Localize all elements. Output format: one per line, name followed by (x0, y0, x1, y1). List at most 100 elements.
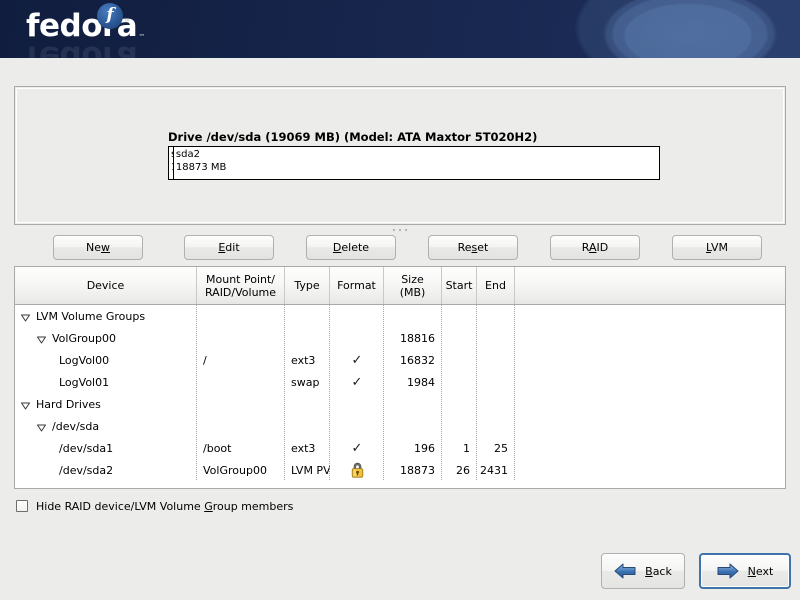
cell-device: /dev/sda1 (15, 437, 197, 459)
column-header-size[interactable]: Size (MB) (384, 267, 442, 304)
column-header-start[interactable]: Start (442, 267, 477, 304)
cell-start (442, 305, 477, 327)
lvm-button[interactable]: LVM (672, 235, 762, 260)
format-check-icon: ✓ (351, 440, 363, 456)
cell-size: 18873 (384, 459, 442, 481)
cell-mount-point (197, 393, 285, 415)
cell-device-label: LogVol01 (59, 375, 110, 389)
raid-button[interactable]: RAID (550, 235, 640, 260)
column-header-type[interactable]: Type (285, 267, 330, 304)
back-button-label: Back (645, 564, 672, 578)
cell-type (285, 305, 330, 327)
cell-end (477, 349, 515, 371)
splitter-grip-icon (393, 229, 407, 231)
table-row[interactable]: VolGroup00 18816 (15, 327, 785, 349)
cell-size: 16832 (384, 349, 442, 371)
table-header-row: Device Mount Point/RAID/Volume Type Form… (15, 267, 785, 305)
hide-raid-lvm-members-row[interactable]: Hide RAID device/LVM Volume Group member… (16, 498, 293, 514)
drive-graphic-panel: Drive /dev/sda (19069 MB) (Model: ATA Ma… (14, 86, 786, 225)
table-row[interactable]: LogVol01 swap ✓ 1984 (15, 371, 785, 393)
cell-device: LogVol01 (15, 371, 197, 393)
cell-mount-point (197, 327, 285, 349)
column-header-end[interactable]: End (477, 267, 515, 304)
cell-mount-point: /boot (197, 437, 285, 459)
cell-filler (515, 371, 785, 393)
partition-block-sda2[interactable]: sda2 18873 MB (173, 147, 659, 179)
hide-raid-lvm-members-checkbox[interactable] (16, 500, 28, 512)
cell-start (442, 327, 477, 349)
delete-button[interactable]: Delete (306, 235, 396, 260)
cell-end: 2431 (477, 459, 515, 481)
cell-format (330, 393, 384, 415)
cell-device-label: /dev/sda1 (59, 441, 114, 455)
cell-mount-point (197, 305, 285, 327)
edit-button[interactable]: Edit (184, 235, 274, 260)
cell-filler (515, 415, 785, 437)
cell-type: swap (285, 371, 330, 393)
cell-device-label: Hard Drives (36, 397, 101, 411)
cell-format: ✓ (330, 437, 384, 459)
column-header-format[interactable]: Format (330, 267, 384, 304)
cell-type (285, 415, 330, 437)
table-row[interactable]: /dev/sda2 VolGroup00 LVM PV 18873 26 2431 (15, 459, 785, 481)
cell-format (330, 415, 384, 437)
column-header-device[interactable]: Device (15, 267, 197, 304)
partition-action-bar: New Edit Delete Reset RAID LVM (14, 235, 786, 260)
cell-format: ✓ (330, 349, 384, 371)
tree-expander-icon[interactable] (37, 335, 46, 344)
back-button[interactable]: Back (601, 553, 685, 589)
cell-filler (515, 459, 785, 481)
partition-table[interactable]: Device Mount Point/RAID/Volume Type Form… (14, 266, 786, 489)
cell-device-label: VolGroup00 (52, 331, 116, 345)
tree-expander-icon[interactable] (21, 401, 30, 410)
format-check-icon: ✓ (351, 352, 363, 368)
cell-device: Hard Drives (15, 393, 197, 415)
cell-type: ext3 (285, 437, 330, 459)
cell-size (384, 415, 442, 437)
partition-sda2-labels: sda2 18873 MB (176, 148, 226, 174)
cell-end: 25 (477, 437, 515, 459)
cell-device-label: /dev/sda2 (59, 463, 114, 477)
fedora-banner: fedora fedora ™ f ™ (0, 0, 800, 58)
tree-expander-icon[interactable] (37, 423, 46, 432)
drive-title: Drive /dev/sda (19069 MB) (Model: ATA Ma… (168, 130, 538, 144)
panel-splitter[interactable] (0, 227, 800, 235)
cell-size (384, 305, 442, 327)
table-body: LVM Volume Groups VolGroup00 18816 LogVol00… (15, 305, 785, 481)
cell-mount-point: VolGroup00 (197, 459, 285, 481)
new-button[interactable]: New (53, 235, 143, 260)
cell-device-label: /dev/sda (52, 419, 100, 433)
cell-type: LVM PV (285, 459, 330, 481)
badge-trademark-symbol: ™ (124, 19, 130, 26)
drive-partition-bar[interactable]: sda1 196 MB sda2 18873 MB (168, 146, 660, 180)
cell-device: LogVol00 (15, 349, 197, 371)
reset-button-label: Reset (457, 241, 489, 254)
tree-expander-icon[interactable] (21, 313, 30, 322)
table-row[interactable]: /dev/sda (15, 415, 785, 437)
raid-button-label: RAID (581, 241, 609, 254)
cell-filler (515, 437, 785, 459)
cell-device: /dev/sda2 (15, 459, 197, 481)
cell-type (285, 393, 330, 415)
cell-end (477, 305, 515, 327)
table-row[interactable]: /dev/sda1/boot ext3 ✓ 196 1 25 (15, 437, 785, 459)
cell-size: 18816 (384, 327, 442, 349)
cell-mount-point: / (197, 349, 285, 371)
cell-size: 1984 (384, 371, 442, 393)
table-row[interactable]: LogVol00 /ext3 ✓ 16832 (15, 349, 785, 371)
partition-sda2-size: 18873 MB (175, 162, 227, 173)
reset-button[interactable]: Reset (428, 235, 518, 260)
cell-end (477, 415, 515, 437)
cell-end (477, 371, 515, 393)
arrow-right-icon (717, 563, 739, 579)
cell-start (442, 349, 477, 371)
table-row[interactable]: LVM Volume Groups (15, 305, 785, 327)
cell-size (384, 393, 442, 415)
column-header-mount-point[interactable]: Mount Point/RAID/Volume (197, 267, 285, 304)
cell-start (442, 393, 477, 415)
cell-device-label: LVM Volume Groups (36, 309, 146, 323)
column-header-filler (515, 267, 785, 304)
table-row[interactable]: Hard Drives (15, 393, 785, 415)
cell-type: ext3 (285, 349, 330, 371)
next-button[interactable]: Next (699, 553, 791, 589)
